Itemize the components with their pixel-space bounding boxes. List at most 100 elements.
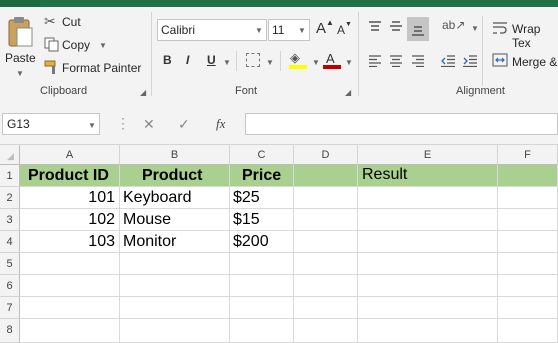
cell-e3[interactable]	[358, 209, 498, 231]
cell-c1[interactable]: Price	[230, 165, 294, 187]
align-left-icon[interactable]	[368, 55, 382, 67]
cell-f5[interactable]	[498, 253, 558, 275]
cell-e1[interactable]: Result	[358, 165, 498, 187]
cell-e5[interactable]	[358, 253, 498, 275]
cell-e7[interactable]	[358, 297, 498, 319]
align-bottom-button[interactable]	[407, 17, 429, 41]
cell-c6[interactable]	[230, 275, 294, 297]
enter-button[interactable]: ✓	[178, 116, 190, 133]
cell-a5[interactable]	[20, 253, 120, 275]
cell-d4[interactable]	[294, 231, 358, 253]
row-header-5[interactable]: 5	[0, 253, 20, 275]
chevron-down-icon[interactable]: ▼	[88, 121, 96, 130]
column-header-e[interactable]: E	[358, 145, 498, 165]
orientation-button[interactable]: ab↗	[440, 18, 466, 36]
row-header-3[interactable]: 3	[0, 209, 20, 231]
column-header-c[interactable]: C	[230, 145, 294, 165]
cell-e6[interactable]	[358, 275, 498, 297]
row-header-1[interactable]: 1	[0, 165, 20, 187]
cut-button[interactable]: ✂ Cut	[44, 13, 124, 32]
row-header-6[interactable]: 6	[0, 275, 20, 297]
font-color-button[interactable]: A	[322, 50, 344, 72]
column-header-b[interactable]: B	[120, 145, 230, 165]
cell-f8[interactable]	[498, 319, 558, 343]
borders-button[interactable]	[246, 53, 260, 67]
cell-a8[interactable]	[20, 319, 120, 343]
align-top-icon[interactable]	[368, 20, 382, 32]
cell-c4[interactable]: $200	[230, 231, 294, 253]
cell-c7[interactable]	[230, 297, 294, 319]
decrease-indent-icon[interactable]	[440, 55, 456, 67]
insert-function-button[interactable]: fx	[216, 116, 225, 132]
dialog-launcher-icon[interactable]: ◢	[140, 88, 146, 97]
cell-d8[interactable]	[294, 319, 358, 343]
cell-c8[interactable]	[230, 319, 294, 343]
cell-b3[interactable]: Mouse	[120, 209, 230, 231]
cell-a6[interactable]	[20, 275, 120, 297]
increase-indent-icon[interactable]	[462, 55, 478, 67]
cell-a7[interactable]	[20, 297, 120, 319]
cell-b7[interactable]	[120, 297, 230, 319]
cell-d1[interactable]	[294, 165, 358, 187]
cell-d3[interactable]	[294, 209, 358, 231]
increase-font-size-button[interactable]: A	[316, 20, 326, 37]
cell-c3[interactable]: $15	[230, 209, 294, 231]
chevron-down-icon[interactable]: ▼	[266, 58, 274, 67]
cell-a1[interactable]: Product ID	[20, 165, 120, 187]
italic-button[interactable]: I	[186, 53, 189, 67]
align-center-icon[interactable]	[389, 55, 403, 67]
cell-a3[interactable]: 102	[20, 209, 120, 231]
merge-center-button[interactable]: Merge &	[492, 52, 558, 72]
cell-b8[interactable]	[120, 319, 230, 343]
cell-f4[interactable]	[498, 231, 558, 253]
align-right-icon[interactable]	[411, 55, 425, 67]
cell-b4[interactable]: Monitor	[120, 231, 230, 253]
name-box[interactable]: G13	[2, 113, 100, 135]
column-header-d[interactable]: D	[294, 145, 358, 165]
row-header-4[interactable]: 4	[0, 231, 20, 253]
cell-f1[interactable]	[498, 165, 558, 187]
cell-e8[interactable]	[358, 319, 498, 343]
align-middle-icon[interactable]	[389, 20, 403, 32]
row-header-7[interactable]: 7	[0, 297, 20, 319]
row-header-2[interactable]: 2	[0, 187, 20, 209]
cell-e2[interactable]	[358, 187, 498, 209]
column-header-f[interactable]: F	[498, 145, 558, 165]
cell-d6[interactable]	[294, 275, 358, 297]
bold-button[interactable]: B	[163, 53, 172, 67]
dialog-launcher-icon[interactable]: ◢	[345, 88, 351, 97]
cell-d2[interactable]	[294, 187, 358, 209]
cell-b2[interactable]: Keyboard	[120, 187, 230, 209]
column-header-a[interactable]: A	[20, 145, 120, 165]
font-name-dropdown[interactable]: Calibri ▼	[157, 19, 267, 41]
underline-button[interactable]: U	[207, 53, 216, 67]
cell-c2[interactable]: $25	[230, 187, 294, 209]
cell-a2[interactable]: 101	[20, 187, 120, 209]
cell-c5[interactable]	[230, 253, 294, 275]
cell-d7[interactable]	[294, 297, 358, 319]
cell-f3[interactable]	[498, 209, 558, 231]
file-tab[interactable]	[0, 0, 40, 7]
cell-f7[interactable]	[498, 297, 558, 319]
cell-d5[interactable]	[294, 253, 358, 275]
fill-color-button[interactable]: ◈	[288, 50, 314, 72]
select-all-button[interactable]: ◢	[0, 145, 20, 165]
chevron-down-icon[interactable]: ▼	[471, 24, 479, 33]
chevron-down-icon[interactable]: ▼	[312, 58, 320, 67]
cancel-button[interactable]: ✕	[143, 116, 155, 133]
cell-f2[interactable]	[498, 187, 558, 209]
chevron-down-icon[interactable]: ▼	[223, 58, 231, 67]
copy-button[interactable]: Copy ▼	[44, 37, 124, 55]
row-header-8[interactable]: 8	[0, 319, 20, 343]
paste-button[interactable]: Paste ▼	[4, 14, 36, 84]
cell-f6[interactable]	[498, 275, 558, 297]
wrap-text-button[interactable]: Wrap Tex	[492, 19, 558, 50]
font-size-dropdown[interactable]: 11 ▼	[268, 19, 310, 41]
cell-e4[interactable]	[358, 231, 498, 253]
chevron-down-icon[interactable]: ▼	[345, 58, 353, 67]
format-painter-button[interactable]: Format Painter	[44, 60, 144, 78]
more-options-icon[interactable]: ⋮	[116, 115, 130, 132]
formula-input[interactable]	[245, 113, 558, 135]
cell-a4[interactable]: 103	[20, 231, 120, 253]
cell-b1[interactable]: Product	[120, 165, 230, 187]
